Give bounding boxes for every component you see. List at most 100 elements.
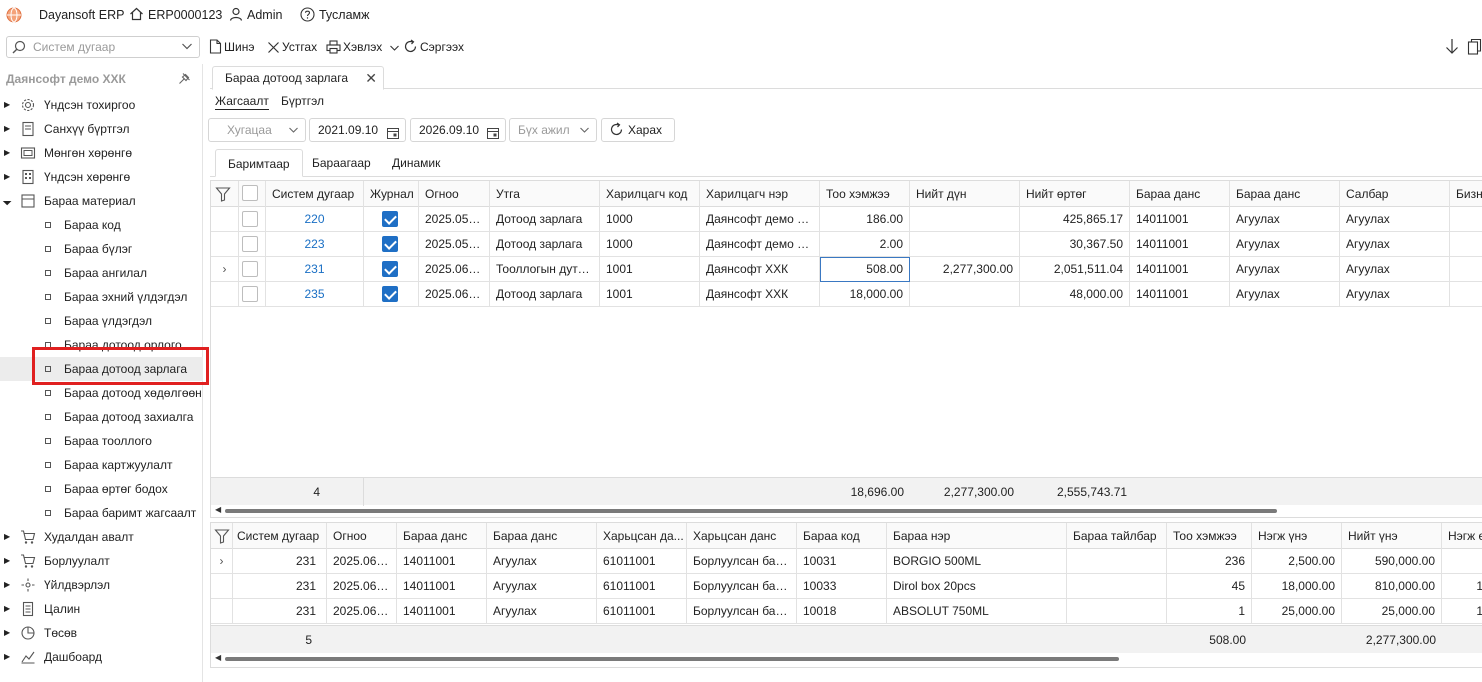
help-menu[interactable]: Тусламж (300, 6, 370, 24)
cell-related-account[interactable]: 61011001 (597, 599, 687, 624)
row-select-cell[interactable] (239, 232, 266, 257)
cell-related-account-name[interactable]: Борлуулсан бар... (687, 599, 797, 624)
pin-icon[interactable] (178, 72, 191, 88)
horizontal-scrollbar[interactable]: ◀ (211, 505, 1482, 515)
cell-item-code[interactable]: 10031 (797, 549, 887, 574)
cell-item-name[interactable]: Dirol box 20pcs (887, 574, 1067, 599)
journal-cell[interactable] (364, 282, 419, 307)
horizontal-scrollbar[interactable]: ◀ (211, 653, 1482, 663)
cell-date[interactable]: 2025.06.30 (327, 574, 397, 599)
cell-item-code[interactable]: 10033 (797, 574, 887, 599)
row-select-cell[interactable] (239, 207, 266, 232)
journal-checkbox[interactable] (382, 286, 398, 302)
cell-unit-price[interactable]: 2,500.00 (1252, 549, 1342, 574)
cell-desc[interactable]: Дотоод зарлага (490, 207, 600, 232)
sidebar-item-dashboard[interactable]: ▶ Дашбоард (0, 645, 203, 669)
cell-amount[interactable]: 2,277,300.00 (910, 257, 1020, 282)
sidebar-item-production[interactable]: ▶ Үйлдвэрлэл (0, 573, 203, 597)
tab-internal-issue[interactable]: Бараа дотоод зарлага ✕ (212, 66, 384, 90)
cell-sys[interactable]: 231 (233, 599, 327, 624)
cell-date[interactable]: 2025.06.30 (419, 257, 490, 282)
cell-sys[interactable]: 231 (233, 549, 327, 574)
table-row[interactable]: 231 2025.06.30 14011001 Агуулах 61011001… (211, 599, 1482, 624)
col-header[interactable]: Бараа данс (487, 523, 597, 549)
cell-amount[interactable] (910, 207, 1020, 232)
cell-partner-code[interactable]: 1001 (600, 282, 700, 307)
sidebar-item-sales[interactable]: ▶ Борлуулалт (0, 549, 203, 573)
cell-cost[interactable]: 2,051,511.04 (1020, 257, 1130, 282)
cell-total[interactable]: 25,000.00 (1342, 599, 1442, 624)
cell-unit-price[interactable]: 18,000.00 (1252, 574, 1342, 599)
col-header[interactable]: Нийт өртөг (1020, 181, 1130, 207)
expand-arrow-icon[interactable]: ▶ (4, 117, 10, 141)
table-row[interactable]: 220 2025.05.30 Дотоод зарлага 1000 Даянс… (211, 207, 1482, 232)
sys-number-link[interactable]: 231 (266, 257, 364, 282)
col-header[interactable]: Харьцсан да... (597, 523, 687, 549)
cell-item-code[interactable]: 10018 (797, 599, 887, 624)
search-input[interactable] (31, 39, 171, 55)
cell-date[interactable]: 2025.06.30 (419, 282, 490, 307)
journal-cell[interactable] (364, 207, 419, 232)
scrollbar-thumb[interactable] (225, 657, 1119, 661)
cell-cost[interactable]: 48,000.00 (1020, 282, 1130, 307)
expand-arrow-icon[interactable]: ▶ (4, 141, 10, 165)
cell-unit-cost[interactable]: 1 (1442, 574, 1482, 599)
expand-arrow-icon[interactable]: ▶ (4, 165, 10, 189)
col-header[interactable]: Утга (490, 181, 600, 207)
journal-checkbox[interactable] (382, 211, 398, 227)
sidebar-item-payroll[interactable]: ▶ Цалин (0, 597, 203, 621)
sidebar-subitem-item-group[interactable]: Бараа бүлэг (0, 237, 203, 261)
sys-number-link[interactable]: 223 (266, 232, 364, 257)
cell-account[interactable]: 14011001 (1130, 207, 1230, 232)
cell-account-name[interactable]: Агуулах (1230, 207, 1340, 232)
tab-by-item[interactable]: Бараагаар (300, 149, 383, 177)
chevron-down-icon[interactable] (389, 42, 400, 54)
row-select-cell[interactable] (239, 257, 266, 282)
sidebar-item-cash[interactable]: ▶ Мөнгөн хөрөнгө (0, 141, 203, 165)
arrow-down-icon[interactable] (1444, 38, 1460, 58)
close-icon[interactable]: ✕ (365, 70, 377, 87)
cell-account[interactable]: 14011001 (1130, 282, 1230, 307)
cell-qty[interactable]: 18,000.00 (820, 282, 910, 307)
cell-related-account[interactable]: 61011001 (597, 549, 687, 574)
cell-partner-name[interactable]: Даянсофт ХХК (700, 257, 820, 282)
select-all-cell[interactable] (239, 181, 266, 207)
col-header[interactable]: Бараа данс (1130, 181, 1230, 207)
col-header[interactable]: Салбар (1340, 181, 1450, 207)
sys-number-link[interactable]: 235 (266, 282, 364, 307)
refresh-button[interactable]: Сэргээх (403, 38, 464, 56)
filter-icon[interactable] (211, 181, 239, 207)
cell-branch[interactable]: Агуулах (1340, 232, 1450, 257)
print-button[interactable]: Хэвлэх (326, 38, 402, 56)
cell-cost[interactable]: 30,367.50 (1020, 232, 1130, 257)
cell-desc[interactable]: Тооллогын дута... (490, 257, 600, 282)
scroll-left-icon[interactable]: ◀ (215, 505, 221, 514)
col-header[interactable]: Харьцсан данс (687, 523, 797, 549)
cell-partner-name[interactable]: Даянсофт демо Х... (700, 207, 820, 232)
cell-desc[interactable]: Дотоод зарлага (490, 282, 600, 307)
cell-account[interactable]: 14011001 (1130, 257, 1230, 282)
sidebar-item-inventory[interactable]: ◢ Бараа материал (0, 189, 203, 213)
cell-qty[interactable]: 186.00 (820, 207, 910, 232)
cell-qty[interactable]: 45 (1167, 574, 1252, 599)
cell-related-account-name[interactable]: Борлуулсан бар... (687, 574, 797, 599)
col-header[interactable]: Нэгж ө (1442, 523, 1482, 549)
cell-account[interactable]: 14011001 (397, 574, 487, 599)
col-header[interactable]: Огноо (419, 181, 490, 207)
row-checkbox[interactable] (242, 236, 258, 252)
cell-date[interactable]: 2025.05.30 (419, 232, 490, 257)
cell-item-note[interactable] (1067, 549, 1167, 574)
calendar-icon[interactable] (387, 124, 399, 146)
cell-sys[interactable]: 231 (233, 574, 327, 599)
delete-button[interactable]: Устгах (267, 38, 317, 56)
cell-item-name[interactable]: BORGIO 500ML (887, 549, 1067, 574)
cell-qty[interactable]: 2.00 (820, 232, 910, 257)
cell-account-name[interactable]: Агуулах (1230, 257, 1340, 282)
sidebar-item-purchasing[interactable]: ▶ Худалдан авалт (0, 525, 203, 549)
chevron-down-icon[interactable] (181, 39, 193, 56)
col-header[interactable]: Систем дугаар (266, 181, 364, 207)
cell-business[interactable] (1450, 207, 1482, 232)
worker-dropdown[interactable]: Бүх ажил (509, 118, 597, 142)
sidebar-item-budget[interactable]: ▶ Төсөв (0, 621, 203, 645)
row-checkbox[interactable] (242, 211, 258, 227)
